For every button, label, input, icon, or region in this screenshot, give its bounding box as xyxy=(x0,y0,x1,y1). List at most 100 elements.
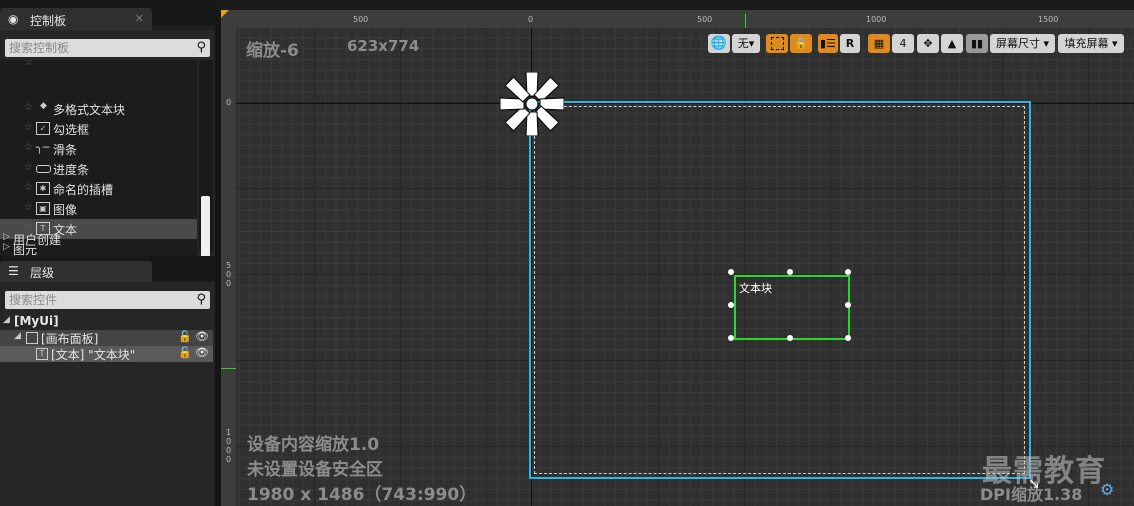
zoom-level: 缩放-6 xyxy=(246,41,299,61)
expand-arrow-icon[interactable]: ▷ xyxy=(3,232,10,242)
text-block-label: 文本块 xyxy=(739,282,772,295)
star-icon[interactable]: ☆ xyxy=(24,122,33,133)
ruler-tick-label: 1500 xyxy=(1038,15,1059,24)
eye-icon[interactable]: 👁 xyxy=(195,346,209,359)
safe-zone-status: 未设置设备安全区 xyxy=(247,460,383,480)
grid-snap-icon[interactable]: ▦ xyxy=(868,34,890,53)
hierarchy-search[interactable]: ⚲ xyxy=(5,291,210,309)
ruler-tick-label: 1000 xyxy=(866,15,887,24)
checkbox-icon: ✓ xyxy=(36,122,50,135)
star-icon[interactable]: ☆ xyxy=(24,162,33,173)
anchor-icon[interactable] xyxy=(500,72,564,136)
resize-corner-icon[interactable]: ↘ xyxy=(1028,476,1040,492)
hierarchy-tabbar: ☰ 层级 xyxy=(0,256,215,282)
hierarchy-panel: ⚲ ◢ [MyUi] ◢ [画布面板] 🔓 👁 T [文本] "文本块" 🔓 👁 xyxy=(0,282,215,506)
resize-handle[interactable] xyxy=(728,335,734,341)
hierarchy-canvas-panel-label: [画布面板] xyxy=(41,332,99,346)
ruler-top xyxy=(236,10,1134,28)
respect-locks-button[interactable]: R xyxy=(840,34,860,53)
star-icon: ☆ xyxy=(24,60,33,68)
fill-screen-dropdown[interactable]: 填充屏幕 ▾ xyxy=(1058,34,1124,53)
device-resolution: 1980 x 1486（743:990） xyxy=(247,485,477,505)
top-strip xyxy=(215,0,1134,10)
ruler-corner xyxy=(221,10,236,28)
screen-size-dropdown[interactable]: 屏幕尺寸 ▾ xyxy=(990,34,1055,53)
background-image-icon[interactable]: ▲ xyxy=(941,34,963,53)
hierarchy-text-item-label: [文本] "文本块" xyxy=(51,348,136,362)
palette-tabbar: ◉ 控制板 ✕ xyxy=(0,0,215,30)
search-icon: ⚲ xyxy=(196,40,206,55)
hierarchy-text-item[interactable]: T [文本] "文本块" 🔓 👁 xyxy=(0,346,213,362)
resize-handle[interactable] xyxy=(728,269,734,275)
palette-item-progress-bar[interactable]: ☆ 进度条 xyxy=(0,159,197,179)
hierarchy-root-label: [MyUi] xyxy=(14,314,59,328)
none-dropdown[interactable]: 无▾ xyxy=(732,34,760,53)
tab-palette[interactable]: ◉ 控制板 ✕ xyxy=(0,8,152,30)
hierarchy-canvas-panel[interactable]: ◢ [画布面板] 🔓 👁 xyxy=(0,330,213,346)
resize-handle[interactable] xyxy=(728,302,734,308)
tab-hierarchy[interactable]: ☰ 层级 xyxy=(0,261,152,282)
palette-panel: ⚲ ☆ ☆ ◆ 多格式文本块 ☆ ✓ 勾选框 ☆ ╮─ 滑条 ☆ xyxy=(0,30,215,268)
rich-text-icon: ◆ xyxy=(40,101,47,111)
ruler-tick-label: 5 0 0 xyxy=(226,261,232,288)
ruler-tick-label: 0 xyxy=(528,15,534,24)
palette-list: ☆ ☆ ◆ 多格式文本块 ☆ ✓ 勾选框 ☆ ╮─ 滑条 ☆ 进度条 ☆ ✱ 命… xyxy=(0,60,197,256)
star-icon[interactable]: ☆ xyxy=(24,182,33,193)
gear-icon[interactable]: ⚙ xyxy=(1100,480,1114,499)
palette-item-slider[interactable]: ☆ ╮─ 滑条 xyxy=(0,139,197,159)
collapse-arrow-icon[interactable]: ◢ xyxy=(14,331,21,341)
outline-toggle-icon[interactable] xyxy=(766,34,788,53)
palette-item-image[interactable]: ☆ ▣ 图像 xyxy=(0,199,197,219)
hierarchy-search-input[interactable] xyxy=(5,291,189,309)
star-icon[interactable]: ☆ xyxy=(24,202,33,213)
grid-size-dropdown[interactable]: 4 xyxy=(892,34,914,53)
eye-icon[interactable]: 👁 xyxy=(195,330,209,343)
palette-scrollbar-track[interactable] xyxy=(199,60,213,268)
star-icon[interactable]: ☆ xyxy=(24,142,33,153)
fit-view-icon[interactable]: ✥ xyxy=(917,34,939,53)
text-icon: T xyxy=(36,348,48,360)
lock-icon[interactable]: 🔒 xyxy=(790,34,812,53)
layout-icon[interactable]: ▮☰ xyxy=(818,34,838,53)
palette-search-input[interactable] xyxy=(5,39,189,57)
palette-item-checkbox[interactable]: ☆ ✓ 勾选框 xyxy=(0,119,197,139)
canvas-resolution: 623x774 xyxy=(347,37,420,55)
pause-icon[interactable]: ▮▮ xyxy=(966,34,988,53)
palette-item-named-slot[interactable]: ☆ ✱ 命名的插槽 xyxy=(0,179,197,199)
fill-screen-label: 填充屏幕 xyxy=(1064,37,1109,50)
canvas-panel-icon xyxy=(26,332,38,344)
screen-size-label: 屏幕尺寸 xyxy=(995,37,1040,50)
hierarchy-icon: ☰ xyxy=(8,264,19,278)
hierarchy-tab-label: 层级 xyxy=(30,266,55,280)
palette-search[interactable]: ⚲ xyxy=(5,39,210,57)
ruler-tick-label: 1 0 0 0 xyxy=(226,428,232,464)
named-slot-icon: ✱ xyxy=(36,182,50,195)
resize-handle[interactable] xyxy=(787,335,793,341)
lock-icon[interactable]: 🔓 xyxy=(178,330,192,343)
category-user-created[interactable]: ▷ 用户创建 xyxy=(0,229,197,249)
close-icon[interactable]: ✕ xyxy=(135,12,144,25)
list-item-cut: ☆ xyxy=(0,60,197,74)
ruler-tick-label: 0 xyxy=(226,98,232,107)
lock-icon[interactable]: 🔓 xyxy=(178,346,192,359)
resize-handle[interactable] xyxy=(845,269,851,275)
respect-locks-label: R xyxy=(845,37,855,50)
resize-handle[interactable] xyxy=(845,335,851,341)
palette-icon: ◉ xyxy=(8,12,19,26)
globe-icon[interactable]: 🌐 xyxy=(708,34,730,53)
slider-icon: ╮─ xyxy=(36,141,50,154)
palette-item-label: 滑条 xyxy=(53,143,78,157)
ruler-tick-label: 500 xyxy=(353,15,369,24)
selected-text-block[interactable]: 文本块 xyxy=(734,275,850,340)
palette-item-label: 多格式文本块 xyxy=(53,103,126,117)
none-dropdown-label: 无 xyxy=(737,37,749,50)
collapse-arrow-icon[interactable]: ◢ xyxy=(3,315,10,325)
palette-item-rich-text[interactable]: ☆ ◆ 多格式文本块 xyxy=(0,99,197,119)
hierarchy-root[interactable]: ◢ [MyUi] xyxy=(0,314,213,330)
resize-handle[interactable] xyxy=(787,269,793,275)
left-panels: ◉ 控制板 ✕ ⚲ ☆ ☆ ◆ 多格式文本块 ☆ ✓ 勾选框 ☆ xyxy=(0,0,215,506)
palette-item-label: 命名的插槽 xyxy=(53,183,114,197)
resize-handle[interactable] xyxy=(845,302,851,308)
star-icon[interactable]: ☆ xyxy=(24,102,33,113)
palette-tab-label: 控制板 xyxy=(30,14,67,28)
